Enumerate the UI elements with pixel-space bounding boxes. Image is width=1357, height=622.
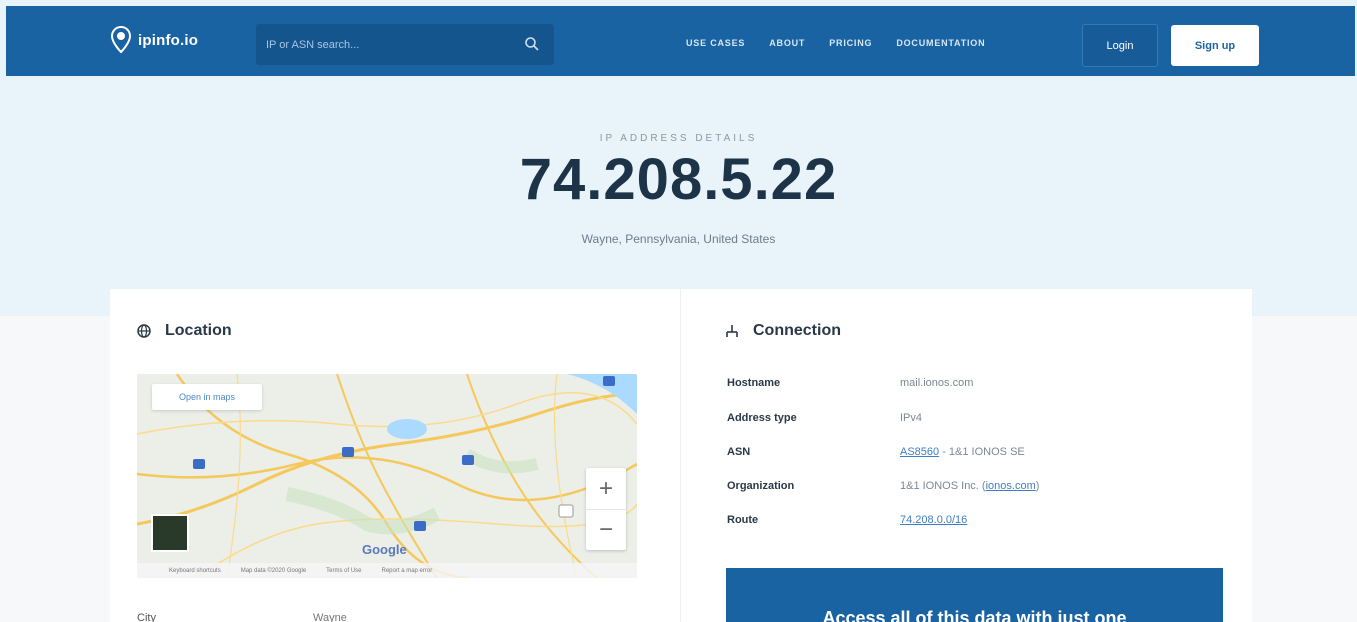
nav-pricing[interactable]: Pricing [829,38,872,48]
network-icon [726,325,738,337]
connection-title: Connection [725,322,841,340]
map-footer-report[interactable]: Report a map error [382,568,433,574]
hero-location: Wayne, Pennsylvania, United States [581,232,776,246]
hero: IP Address Details 74.208.5.22 Wayne, Pe… [0,76,1357,316]
zoom-in-button[interactable]: + [586,468,626,509]
hero-kicker: IP Address Details [599,133,758,144]
location-map[interactable]: Open in maps + − Google Keyboard shortcu… [137,374,637,578]
asn-link[interactable]: AS8560 [900,446,939,458]
login-button[interactable]: Login [1082,24,1158,67]
row-organization: Organization 1&1 IONOS Inc. (ionos.com) [727,480,1227,500]
search-box[interactable] [256,24,554,65]
navbar: ipinfo.io Use cases About Pricing Docume… [6,6,1355,76]
map-footer-data: Map data ©2020 Google [240,567,307,574]
route-link[interactable]: 74.208.0.0/16 [900,514,967,526]
map-footer: Keyboard shortcuts Map data ©2020 Google… [137,563,637,578]
address-type-value: IPv4 [900,412,923,424]
organization-close: ) [1035,480,1040,492]
row-hostname: Hostname mail.ionos.com [727,377,1227,397]
map-footer-terms[interactable]: Terms of Use [326,568,361,574]
cta-banner: Access all of this data with just one [726,568,1223,622]
ip-address-heading: 74.208.5.22 [519,147,838,212]
row-asn: ASN AS8560 - 1&1 IONOS SE [727,446,1227,466]
organization-domain-link[interactable]: ionos.com [986,480,1036,492]
nav-links: Use cases About Pricing Documentation [686,38,985,48]
brand-name: ipinfo.io [138,31,199,49]
route-value: 74.208.0.0/16 [900,514,967,526]
nav-documentation[interactable]: Documentation [896,38,985,48]
map-zoom-controls: + − [586,468,626,550]
city-label: City [137,612,156,622]
row-route: Route 74.208.0.0/16 [727,514,1227,534]
globe-icon [137,324,151,338]
organization-label: Organization [727,480,795,492]
card-divider [680,289,681,622]
map-footer-shortcuts[interactable]: Keyboard shortcuts [169,568,221,574]
open-in-maps-button[interactable]: Open in maps [152,384,262,410]
nav-about[interactable]: About [769,38,805,48]
google-logo: Google [362,542,407,557]
asn-label: ASN [727,446,751,458]
location-title-text: Location [165,322,232,339]
asn-value: AS8560 - 1&1 IONOS SE [900,446,1025,458]
city-value: Wayne [313,612,347,622]
organization-name: 1&1 IONOS Inc. ( [900,480,986,492]
zoom-out-button[interactable]: − [586,509,626,550]
brand-logo[interactable]: ipinfo.io [110,26,198,54]
search-icon[interactable] [524,36,540,52]
nav-use-cases[interactable]: Use cases [686,38,745,48]
logo-icon [110,26,132,54]
hostname-value: mail.ionos.com [900,377,974,389]
signup-button[interactable]: Sign up [1171,25,1259,66]
connection-title-text: Connection [753,322,841,339]
satellite-toggle[interactable] [151,514,189,552]
location-title: Location [137,322,232,340]
hostname-label: Hostname [727,377,781,389]
organization-value: 1&1 IONOS Inc. (ionos.com) [900,480,1039,492]
asn-name: - 1&1 IONOS SE [939,446,1025,458]
row-address-type: Address type IPv4 [727,412,1227,432]
address-type-label: Address type [727,412,797,424]
route-label: Route [727,514,759,526]
search-input[interactable] [256,24,516,65]
